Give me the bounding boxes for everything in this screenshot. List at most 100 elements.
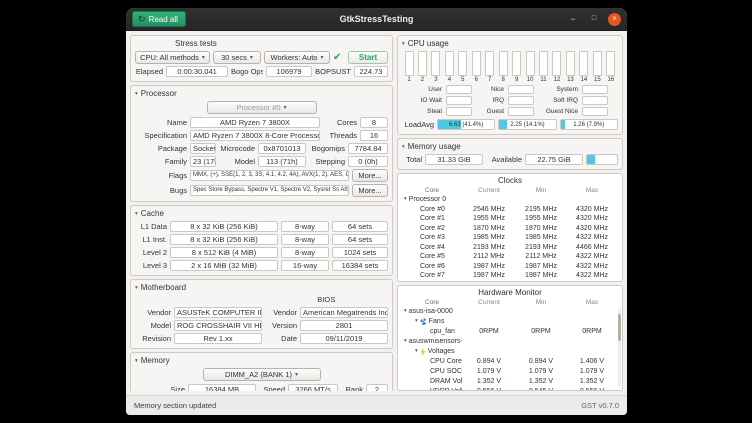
column-core[interactable]: Core xyxy=(402,298,462,307)
bios-date-label: Date xyxy=(265,333,297,344)
expander-icon[interactable]: ▾ xyxy=(404,307,407,316)
clock-row[interactable]: Core #52112 MHz2112 MHz4322 MHz xyxy=(398,252,622,262)
bogo-ops-value: 106979 xyxy=(266,66,312,77)
core-number: 10 xyxy=(527,77,534,83)
elapsed-value: 0:00:30.041 xyxy=(166,66,228,77)
hwmon-category-row[interactable]: ▾ Fans xyxy=(398,317,622,327)
clocks-group-row[interactable]: ▾Processor 0 xyxy=(398,195,622,205)
expander-icon[interactable]: ▾ xyxy=(404,337,407,346)
scrollbar[interactable] xyxy=(618,308,621,389)
max-value: 1.352 V xyxy=(566,377,618,386)
clock-row[interactable]: Core #31985 MHz1985 MHz4322 MHz xyxy=(398,233,622,243)
titlebar[interactable]: ↻ Read all GtkStressTesting − □ × xyxy=(126,8,627,31)
bugs-more-button[interactable]: More... xyxy=(352,184,388,197)
hwmon-sensor-row[interactable]: CPU SOC Voltage1.079 V1.079 V1.079 V xyxy=(398,367,622,377)
expander-icon[interactable]: ▾ xyxy=(404,195,407,204)
cache-size-value: 8 x 32 KiB (256 KiB) xyxy=(170,221,278,232)
section-label: Stress tests xyxy=(175,39,217,48)
cache-level-label: Level 3 xyxy=(135,260,167,271)
max-value: 0.556 V xyxy=(566,387,618,391)
column-max[interactable]: Max xyxy=(566,298,618,307)
processor-select[interactable]: Processor #0 ▾ xyxy=(207,101,317,114)
bops-label: BOPSUST xyxy=(315,66,351,77)
close-button[interactable]: × xyxy=(608,13,621,26)
section-label: Processor xyxy=(141,89,177,98)
clock-row[interactable]: Core #11955 MHz1955 MHz4320 MHz xyxy=(398,214,622,224)
hwmon-sensor-row[interactable]: VDDP Voltage0.556 V0.545 V0.556 V xyxy=(398,387,622,392)
ready-check-icon: ✔ xyxy=(333,51,345,64)
flags-label: Flags xyxy=(135,170,187,181)
maximize-button[interactable]: □ xyxy=(587,12,601,26)
bios-version-label: Version xyxy=(265,320,297,331)
cache-level-label: L1 Inst. xyxy=(135,234,167,245)
minimize-button[interactable]: − xyxy=(566,12,580,26)
stat-label: System xyxy=(538,85,578,94)
expander-icon[interactable]: ▾ xyxy=(415,347,418,356)
stress-duration-select[interactable]: 30 secs ▾ xyxy=(213,51,261,64)
expander-icon[interactable]: ▾ xyxy=(415,317,418,326)
core-meter: 2 xyxy=(417,51,427,83)
clock-row[interactable]: Core #02546 MHz2195 MHz4320 MHz xyxy=(398,205,622,215)
voltage-icon xyxy=(420,348,426,356)
bugs-label: Bugs xyxy=(135,185,187,196)
hwmon-group-row[interactable]: ▾asuswmisensors-isa-0000 xyxy=(398,337,622,347)
stress-workers-select[interactable]: Workers: Auto ▾ xyxy=(264,51,330,64)
core-meter: 9 xyxy=(512,51,522,83)
clock-row[interactable]: Core #21870 MHz1870 MHz4320 MHz xyxy=(398,224,622,234)
bios-label: BIOS xyxy=(265,295,389,305)
hardware-monitor-card: Hardware Monitor Core Current Min Max ▾a… xyxy=(397,285,623,392)
clocks-card: Clocks Core Current Min Max ▾Processor 0… xyxy=(397,173,623,282)
cache-sets-value: 64 sets xyxy=(332,234,388,245)
hwmon-category-row[interactable]: ▾ Voltages xyxy=(398,347,622,357)
clock-row[interactable]: Core #61987 MHz1987 MHz4322 MHz xyxy=(398,262,622,272)
processor-family-row: Family 23 (17h) Model 113 (71h) Stepping… xyxy=(135,156,388,167)
cpu-usage-section: ▾ CPU usage 1 2 3 4 5 6 7 8 9 10 11 12 1… xyxy=(397,35,623,135)
processor-header[interactable]: ▾ Processor xyxy=(135,89,388,98)
dimm-select[interactable]: DIMM_A2 (BANK 1) ▾ xyxy=(203,368,321,381)
scrollbar-thumb[interactable] xyxy=(618,314,621,341)
memory-size-row: Size 16384 MB Speed 3266 MT/s Rank 2 xyxy=(135,384,388,391)
expander-icon: ▾ xyxy=(135,91,138,97)
cache-row: L1 Data 8 x 32 KiB (256 KiB) 8-way 64 se… xyxy=(135,221,388,232)
loadavg-row: LoadAvg 6.63 (41.4%) 2.25 (14.1%) 1.26 (… xyxy=(402,119,618,130)
hwmon-sensor-row[interactable]: cpu_fan0RPM0RPM0RPM xyxy=(398,327,622,337)
current-value: 1.352 V xyxy=(462,377,516,386)
motherboard-bios-label-row: BIOS xyxy=(135,295,388,305)
current-value: 2112 MHz xyxy=(462,252,516,261)
stress-method-select[interactable]: CPU: All methods ▾ xyxy=(135,51,210,64)
expander-icon: ▾ xyxy=(135,285,138,291)
read-all-button[interactable]: ↻ Read all xyxy=(132,11,186,27)
start-button[interactable]: Start xyxy=(348,51,388,64)
memory-usage-header[interactable]: ▾ Memory usage xyxy=(402,142,618,151)
clock-row[interactable]: Core #71987 MHz1987 MHz4322 MHz xyxy=(398,271,622,281)
core-meter: 5 xyxy=(458,51,468,83)
core-number: 3 xyxy=(434,77,437,83)
hwmon-sensor-row[interactable]: CPU Core Voltage0.894 V0.894 V1.406 V xyxy=(398,357,622,367)
section-label: Motherboard xyxy=(141,283,186,292)
stat-meter xyxy=(582,85,608,94)
app-version: GST v0.7.0 xyxy=(581,401,619,410)
bops-value: 224.73 xyxy=(354,66,388,77)
column-current[interactable]: Current xyxy=(462,298,516,307)
clocks-table-header[interactable]: Core Current Min Max xyxy=(398,186,622,195)
model-label: Model xyxy=(219,156,255,167)
hwmon-group-row[interactable]: ▾asus-isa-0000 xyxy=(398,307,622,317)
speed-label: Speed xyxy=(259,384,285,391)
cache-header[interactable]: ▾ Cache xyxy=(135,209,388,218)
motherboard-header[interactable]: ▾ Motherboard xyxy=(135,283,388,292)
size-value: 16384 MB xyxy=(188,384,256,391)
column-min[interactable]: Min xyxy=(516,186,566,195)
column-min[interactable]: Min xyxy=(516,298,566,307)
column-current[interactable]: Current xyxy=(462,186,516,195)
clock-row[interactable]: Core #42193 MHz2193 MHz4466 MHz xyxy=(398,243,622,253)
column-max[interactable]: Max xyxy=(566,186,618,195)
max-value: 4322 MHz xyxy=(566,262,618,271)
sensor-chip-name: asus-isa-0000 xyxy=(409,307,453,316)
flags-more-button[interactable]: More... xyxy=(352,169,388,182)
hwmon-sensor-row[interactable]: DRAM Voltage1.352 V1.352 V1.352 V xyxy=(398,377,622,387)
hwmon-table-header[interactable]: Core Current Min Max xyxy=(398,298,622,307)
cpu-usage-header[interactable]: ▾ CPU usage xyxy=(402,39,618,48)
stat-label: IRQ xyxy=(476,96,504,105)
memory-header[interactable]: ▾ Memory xyxy=(135,356,388,365)
column-core[interactable]: Core xyxy=(402,186,462,195)
